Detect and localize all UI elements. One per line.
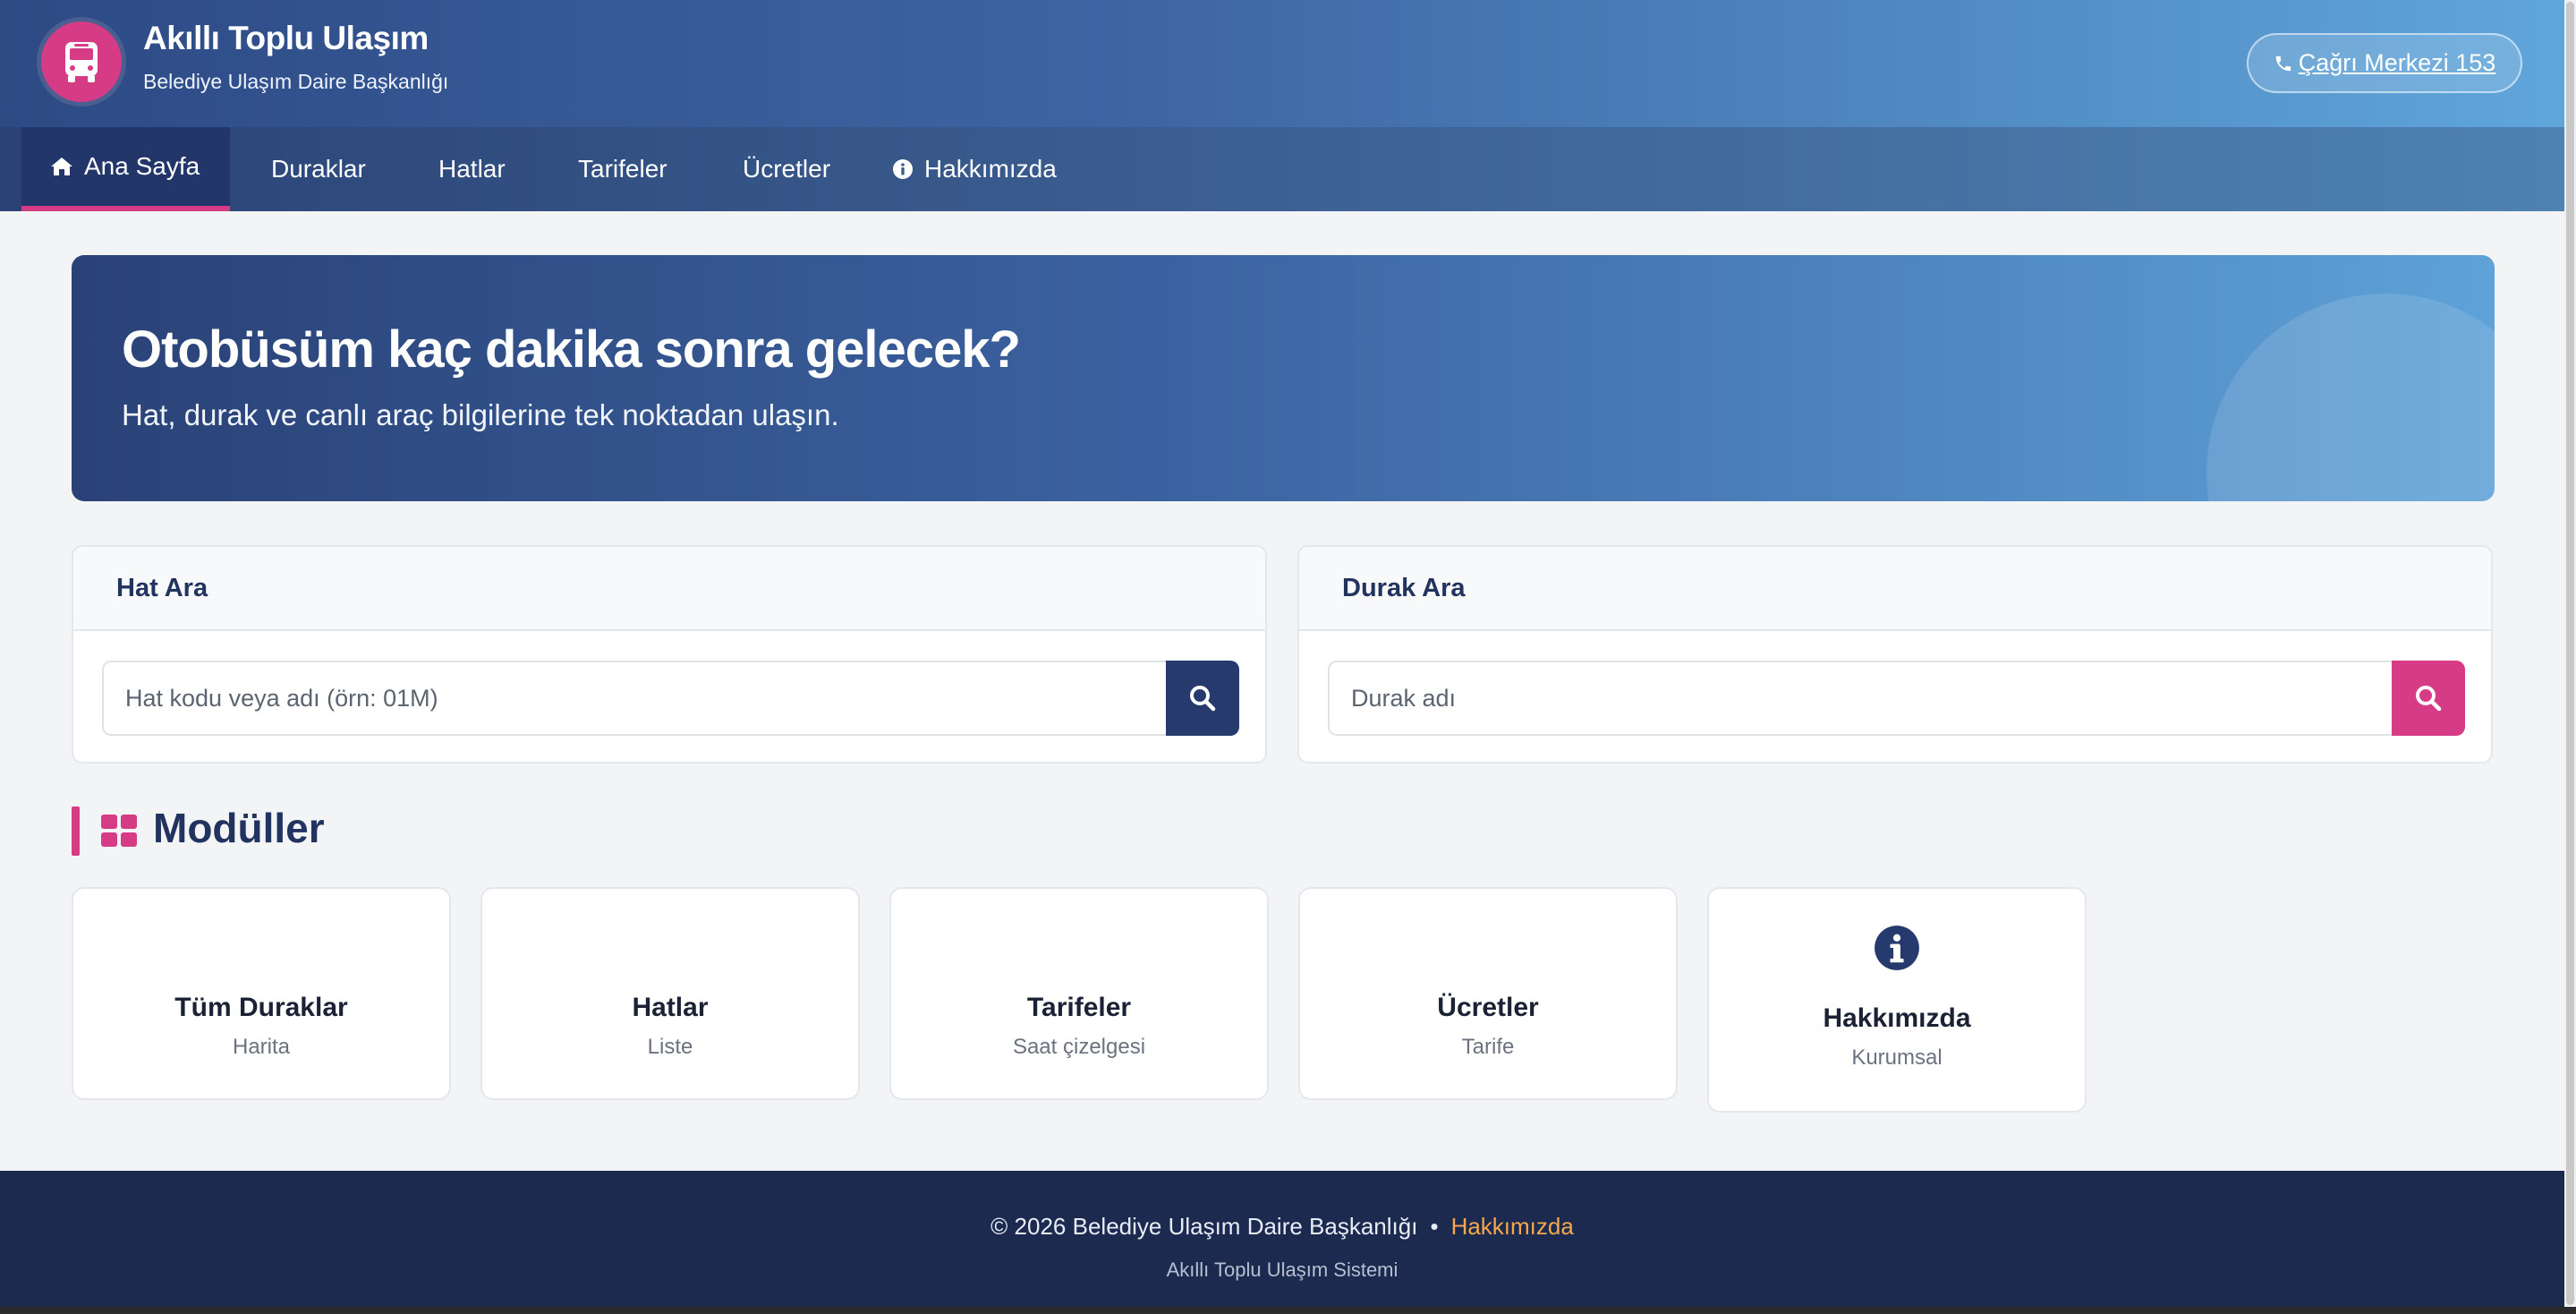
module-card-lines[interactable]: Hatlar Liste — [480, 887, 860, 1100]
footer-line: © 2026 Belediye Ulaşım Daire Başkanlığı •… — [0, 1213, 2564, 1241]
footer-copyright: © 2026 Belediye Ulaşım Daire Başkanlığı — [990, 1213, 1418, 1240]
module-card-fares[interactable]: Ücretler Tarife — [1298, 887, 1678, 1100]
site-subtitle: Belediye Ulaşım Daire Başkanlığı — [143, 70, 449, 93]
info-icon — [1875, 926, 1919, 970]
module-subtitle: Saat çizelgesi — [1012, 1035, 1146, 1059]
module-subtitle: Tarife — [1461, 1035, 1515, 1059]
page-footer: © 2026 Belediye Ulaşım Daire Başkanlığı •… — [0, 1171, 2564, 1307]
module-icon-wrap — [1709, 925, 2085, 971]
nav-item-stops[interactable]: Duraklar — [271, 127, 366, 211]
module-subtitle: Kurumsal — [1851, 1045, 1943, 1070]
line-search-input[interactable] — [102, 661, 1166, 736]
stop-search-title: Durak Ara — [1299, 547, 2491, 631]
module-subtitle: Liste — [647, 1035, 693, 1059]
stop-search-input[interactable] — [1328, 661, 2392, 736]
line-search-title: Hat Ara — [73, 547, 1265, 631]
call-center-label: Çağrı Merkezi 153 — [2298, 49, 2496, 76]
bus-icon — [65, 42, 98, 82]
nav-label-about: Hakkımızda — [924, 155, 1057, 183]
module-title: Tüm Duraklar — [174, 993, 348, 1022]
nav-label-stops: Duraklar — [271, 155, 366, 183]
module-card-timetables[interactable]: Tarifeler Saat çizelgesi — [889, 887, 1269, 1100]
scrollbar-thumb[interactable] — [2566, 2, 2574, 1305]
call-center-button[interactable]: Çağrı Merkezi 153 — [2247, 33, 2522, 93]
logo[interactable] — [37, 17, 126, 107]
module-title: Hatlar — [632, 993, 709, 1022]
line-search-button[interactable] — [1166, 661, 1239, 736]
grid-icon — [101, 815, 137, 847]
nav-item-home[interactable]: Ana Sayfa — [21, 127, 230, 211]
module-subtitle: Harita — [232, 1035, 291, 1059]
window-bottom-edge — [0, 1307, 2576, 1314]
nav-item-timetables[interactable]: Tarifeler — [578, 127, 667, 211]
footer-tagline: Akıllı Toplu Ulaşım Sistemi — [1166, 1259, 1399, 1281]
nav-label-fares: Ücretler — [743, 155, 831, 183]
footer-about-link[interactable]: Hakkımızda — [1451, 1213, 1574, 1240]
nav-label-lines: Hatlar — [438, 155, 506, 183]
hero-title: Otobüsüm kaç dakika sonra gelecek? — [122, 320, 1021, 379]
nav-label-timetables: Tarifeler — [578, 155, 667, 183]
stop-search-card: Durak Ara — [1297, 545, 2493, 764]
hero-decoration — [2206, 294, 2495, 501]
nav-label-home: Ana Sayfa — [84, 152, 200, 180]
module-title: Ücretler — [1437, 993, 1539, 1022]
main-nav: Ana Sayfa Duraklar Hatlar Tarifeler Ücre… — [0, 127, 2564, 211]
footer-separator: • — [1430, 1213, 1439, 1240]
line-search-row — [102, 661, 1239, 736]
nav-item-about[interactable]: Hakkımızda — [892, 127, 1057, 211]
stop-search-button[interactable] — [2392, 661, 2465, 736]
info-icon — [893, 159, 913, 179]
module-card-about[interactable]: Hakkımızda Kurumsal — [1707, 887, 2087, 1113]
section-accent-bar — [72, 806, 80, 856]
nav-item-lines[interactable]: Hatlar — [438, 127, 506, 211]
content-bottom-spacer — [0, 1113, 2564, 1171]
module-card-all-stops[interactable]: Tüm Duraklar Harita — [72, 887, 451, 1100]
nav-item-fares[interactable]: Ücretler — [743, 127, 830, 211]
home-icon — [51, 158, 72, 175]
module-title: Hakkımızda — [1823, 1003, 1971, 1033]
stop-search-row — [1328, 661, 2465, 736]
search-icon — [1190, 686, 1216, 712]
phone-icon — [2275, 55, 2291, 71]
module-title: Tarifeler — [1026, 993, 1132, 1022]
top-header: Akıllı Toplu Ulaşım Belediye Ulaşım Dair… — [0, 0, 2564, 127]
hero-subtitle: Hat, durak ve canlı araç bilgilerine tek… — [122, 398, 839, 431]
line-search-card: Hat Ara — [72, 545, 1267, 764]
hero-banner: Otobüsüm kaç dakika sonra gelecek? Hat, … — [72, 255, 2495, 501]
search-icon — [2416, 686, 2442, 712]
site-title: Akıllı Toplu Ulaşım — [143, 20, 429, 56]
modules-title: Modüller — [153, 805, 325, 851]
